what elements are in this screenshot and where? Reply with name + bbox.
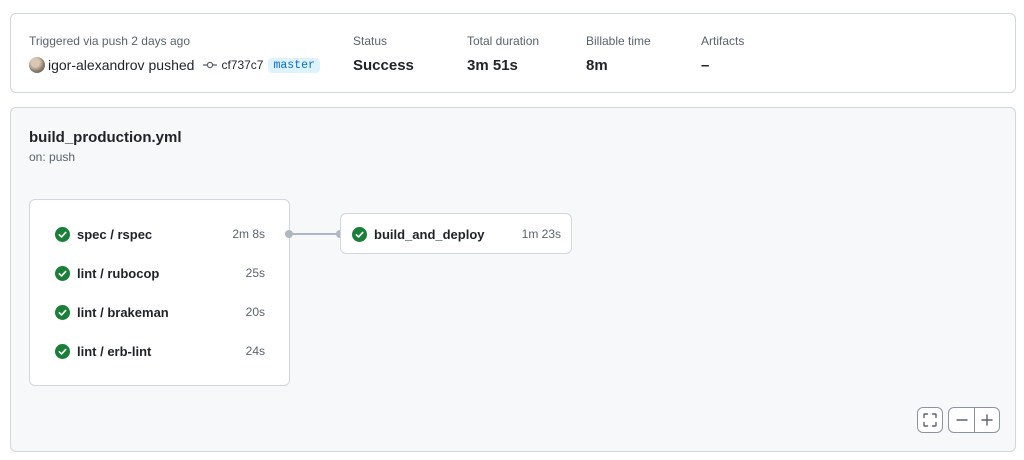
job-name: spec / rspec [77, 226, 153, 242]
job-item[interactable]: lint / brakeman 20s [55, 302, 265, 322]
workflow-file-name[interactable]: build_production.yml [29, 129, 182, 146]
deploy-job-card: build_and_deploy 1m 23s [340, 213, 572, 254]
minus-icon [955, 419, 968, 421]
artifacts-section: Artifacts – [701, 34, 744, 75]
billable-section: Billable time 8m [586, 34, 651, 75]
fullscreen-button[interactable] [917, 407, 943, 433]
total-duration-label: Total duration [467, 34, 540, 48]
job-item[interactable]: lint / erb-lint 24s [55, 341, 265, 361]
success-check-icon [55, 304, 70, 320]
success-check-icon [352, 226, 367, 242]
run-summary: Triggered via push 2 days ago igor-alexa… [10, 13, 1016, 93]
status-section: Status Success [353, 34, 414, 75]
trigger-label: Triggered via push 2 days ago [29, 34, 190, 48]
trigger-info: Triggered via push 2 days ago igor-alexa… [29, 34, 320, 74]
job-duration: 2m 8s [232, 227, 265, 241]
commit-sha-link[interactable]: cf737c7 [221, 58, 263, 72]
zoom-in-button[interactable] [974, 407, 1000, 433]
plus-icon [981, 414, 993, 426]
workflow-graph: build_production.yml on: push spec / rsp… [10, 107, 1016, 452]
job-name: lint / brakeman [77, 304, 169, 320]
push-action-text: pushed [148, 57, 195, 73]
job-duration: 25s [245, 266, 265, 280]
job-duration: 20s [245, 305, 265, 319]
git-commit-icon [203, 60, 218, 70]
branch-badge[interactable]: master [268, 57, 320, 73]
zoom-controls [948, 407, 1000, 433]
actor-link[interactable]: igor-alexandrov [48, 57, 145, 73]
job-item[interactable]: build_and_deploy 1m 23s [352, 224, 561, 244]
artifacts-value: – [701, 57, 710, 74]
zoom-out-button[interactable] [948, 407, 975, 433]
job-name: lint / rubocop [77, 265, 160, 281]
success-check-icon [55, 226, 70, 242]
job-duration: 24s [245, 344, 265, 358]
total-duration-value: 3m 51s [467, 57, 518, 74]
avatar[interactable] [29, 57, 45, 73]
success-check-icon [55, 343, 70, 359]
job-item[interactable]: lint / rubocop 25s [55, 263, 265, 283]
billable-time-value[interactable]: 8m [586, 57, 651, 75]
job-duration: 1m 23s [521, 227, 561, 241]
artifacts-label: Artifacts [701, 34, 745, 48]
connector-start-dot [285, 230, 293, 238]
status-value: Success [353, 57, 414, 74]
job-item[interactable]: spec / rspec 2m 8s [55, 224, 265, 244]
duration-section: Total duration 3m 51s [467, 34, 539, 75]
success-check-icon [55, 265, 70, 281]
fullscreen-icon [923, 413, 937, 427]
job-connector-line [290, 233, 341, 235]
status-label: Status [353, 34, 388, 48]
billable-time-label: Billable time [586, 34, 651, 48]
workflow-trigger: on: push [29, 150, 76, 164]
job-name: build_and_deploy [374, 226, 485, 242]
job-group: spec / rspec 2m 8s lint / rubocop 25s li… [29, 199, 290, 386]
job-name: lint / erb-lint [77, 343, 152, 359]
